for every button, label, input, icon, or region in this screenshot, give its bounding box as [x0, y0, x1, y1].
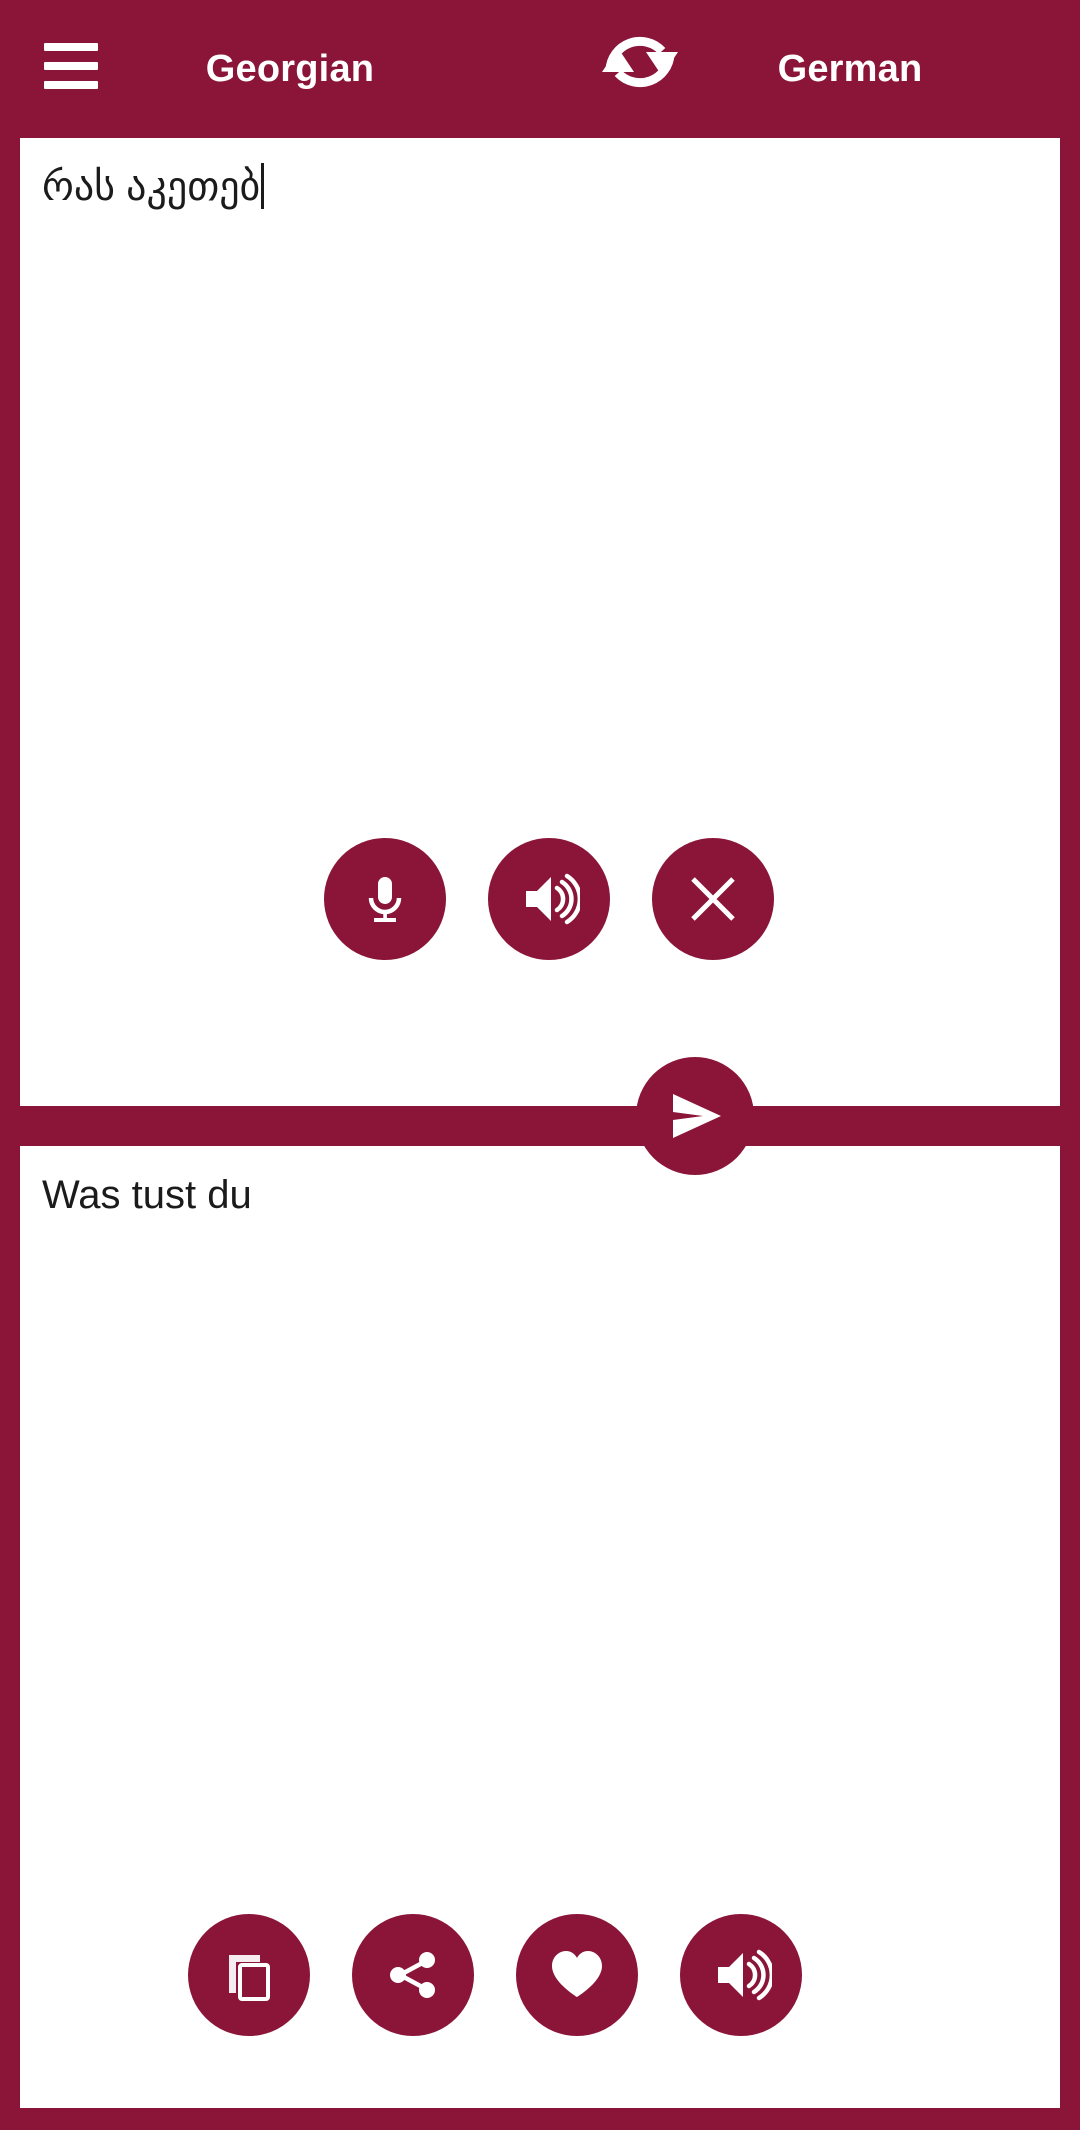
send-icon: [663, 1084, 727, 1148]
clear-text-button[interactable]: [652, 838, 774, 960]
copy-button[interactable]: [188, 1914, 310, 2036]
heart-icon: [547, 1945, 607, 2005]
favorite-button[interactable]: [516, 1914, 638, 2036]
listen-source-button[interactable]: [488, 838, 610, 960]
listen-target-button[interactable]: [680, 1914, 802, 2036]
copy-icon: [220, 1946, 278, 2004]
translated-text: Was tust du: [42, 1173, 252, 1217]
share-icon: [384, 1946, 442, 2004]
close-x-icon: [682, 868, 744, 930]
send-translate-button[interactable]: [636, 1057, 754, 1175]
speaker-icon: [710, 1944, 772, 2006]
share-button[interactable]: [352, 1914, 474, 2036]
source-text-input[interactable]: რას აკეთებ: [42, 160, 1038, 214]
source-action-buttons: [20, 838, 1060, 960]
microphone-button[interactable]: [324, 838, 446, 960]
microphone-icon: [354, 868, 416, 930]
target-text-panel[interactable]: Was tust du: [20, 1146, 1060, 2108]
app-header: Georgian German: [0, 0, 1080, 138]
source-text-panel[interactable]: რას აკეთებ: [20, 138, 1060, 1106]
target-language-label[interactable]: German: [620, 0, 1080, 138]
target-action-buttons: [20, 1914, 1060, 2036]
text-caret: [261, 163, 265, 209]
source-language-label[interactable]: Georgian: [0, 0, 580, 138]
speaker-icon: [518, 868, 580, 930]
source-text-value: რას აკეთებ: [42, 165, 261, 209]
